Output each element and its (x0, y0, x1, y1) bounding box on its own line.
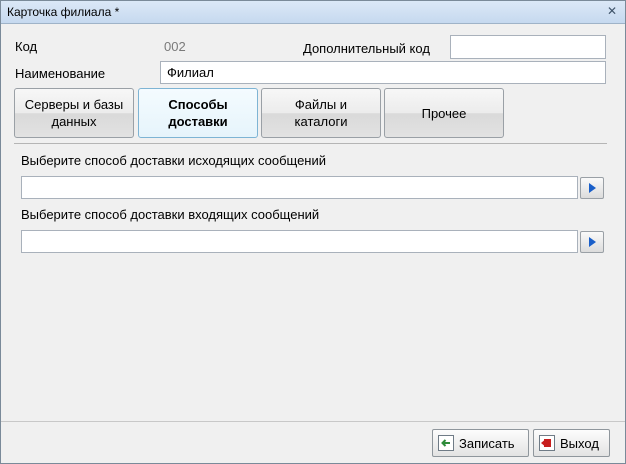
exit-button-label: Выход (560, 435, 599, 451)
incoming-delivery-field[interactable] (21, 230, 578, 253)
tab-delivery-methods[interactable]: Способы доставки (138, 88, 258, 138)
tab-servers-databases[interactable]: Серверы и базы данных (14, 88, 134, 138)
exit-icon (539, 435, 555, 451)
tab-files-folders[interactable]: Файлы и каталоги (261, 88, 381, 138)
extra-code-field[interactable] (450, 35, 606, 59)
outgoing-delivery-field[interactable] (21, 176, 578, 199)
extra-code-label: Дополнительный код (303, 41, 430, 56)
code-label: Код (15, 39, 38, 54)
outgoing-delivery-picker-button[interactable] (580, 177, 604, 199)
tab-divider (14, 143, 607, 144)
outgoing-delivery-label: Выберите способ доставки исходящих сообщ… (21, 153, 326, 168)
footer-divider (1, 421, 625, 422)
save-arrow-icon (438, 435, 454, 451)
tab-other[interactable]: Прочее (384, 88, 504, 138)
branch-card-window: Карточка филиала * ✕ Код 002 Дополнитель… (0, 0, 626, 464)
code-value: 002 (164, 39, 186, 54)
close-icon[interactable]: ✕ (604, 4, 620, 18)
play-arrow-icon (589, 183, 596, 193)
titlebar: Карточка филиала * ✕ (1, 1, 625, 24)
window-title: Карточка филиала * (7, 5, 120, 19)
incoming-delivery-picker-button[interactable] (580, 231, 604, 253)
exit-button[interactable]: Выход (533, 429, 610, 457)
incoming-delivery-label: Выберите способ доставки входящих сообще… (21, 207, 320, 222)
save-button-label: Записать (459, 435, 515, 451)
name-label: Наименование (15, 66, 106, 81)
play-arrow-icon (589, 237, 596, 247)
save-button[interactable]: Записать (432, 429, 529, 457)
name-field[interactable]: Филиал (160, 61, 606, 84)
